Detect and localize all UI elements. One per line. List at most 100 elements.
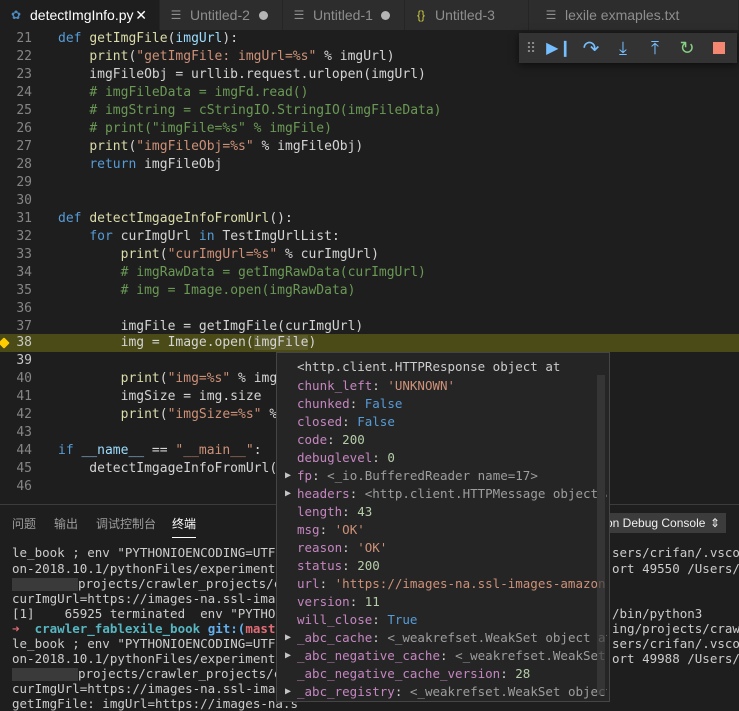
line-number: 45: [16, 461, 32, 476]
expand-chevron-icon[interactable]: ▶: [285, 647, 291, 665]
unsaved-dot-icon[interactable]: [381, 11, 390, 20]
line-number: 41: [16, 389, 32, 404]
hover-variable-row[interactable]: length: 43: [277, 503, 607, 521]
tab-lexile-examples[interactable]: ☰ lexile exmaples.txt: [529, 0, 739, 30]
terminal-line: on-2018.10.1/pythonFiles/experimental/: [12, 561, 298, 576]
tab-output[interactable]: 输出: [54, 515, 78, 532]
file-lines-icon: ☰: [293, 8, 305, 22]
hover-variable-row[interactable]: status: 200: [277, 557, 607, 575]
step-out-button[interactable]: ⤒: [639, 33, 671, 63]
line-number: 26: [16, 121, 32, 136]
code-line: 33 print("curImgUrl=%s" % curImgUrl): [0, 246, 739, 264]
terminal-line: sers/crifan/.vscode: [612, 545, 739, 560]
tab-label: lexile exmaples.txt: [565, 7, 680, 23]
tab-untitled-3[interactable]: {} Untitled-3: [405, 0, 529, 30]
console-select[interactable]: on Debug Console ⇕: [596, 513, 726, 533]
hover-variable-row[interactable]: closed: False: [277, 413, 607, 431]
hover-variable-row[interactable]: url: 'https://images-na.ssl-images-amazo…: [277, 575, 607, 593]
hover-variable-row[interactable]: chunk_left: 'UNKNOWN': [277, 377, 607, 395]
tab-label: Untitled-1: [313, 7, 373, 23]
line-number: 36: [16, 301, 32, 316]
variable-value: <_io.BufferedReader name=17>: [327, 468, 538, 483]
hover-variable-row[interactable]: ▶ headers: <http.client.HTTPMessage objec…: [277, 485, 607, 503]
variable-name: code: 200: [297, 432, 365, 447]
terminal-line: [1] 65925 terminated env "PYTHONIO: [12, 606, 298, 621]
variable-value: False: [357, 414, 395, 429]
variable-value: 200: [342, 432, 365, 447]
hover-variable-row[interactable]: debuglevel: 0: [277, 449, 607, 467]
variable-name: length: 43: [297, 504, 373, 519]
tab-untitled-2[interactable]: ☰ Untitled-2: [160, 0, 283, 30]
terminal-line: ing/projects/crawle: [612, 621, 739, 636]
code-line: 24 # imgFileData = imgFd.read(): [0, 84, 739, 102]
variable-value: 'OK': [357, 540, 388, 555]
hover-variable-row[interactable]: version: 11: [277, 593, 607, 611]
hover-variable-row[interactable]: msg: 'OK': [277, 521, 607, 539]
hover-scrollbar[interactable]: [597, 375, 605, 695]
tab-untitled-1[interactable]: ☰ Untitled-1: [283, 0, 405, 30]
line-number: 28: [16, 157, 32, 172]
variable-value: <http.client.HTTPMessage object at 0x1: [364, 486, 607, 501]
terminal-prompt: ➜ crawler_fablexile_book git:(master): [12, 621, 298, 636]
line-number: 23: [16, 67, 32, 82]
debug-hover-widget[interactable]: <http.client.HTTPResponse object at chun…: [276, 352, 610, 702]
python-icon: ✿: [10, 8, 22, 22]
hover-variable-row[interactable]: will_close: True: [277, 611, 607, 629]
hover-variable-row[interactable]: chunked: False: [277, 395, 607, 413]
terminal-line: ort 49988 /Users/cr: [612, 651, 739, 666]
hover-variable-row[interactable]: reason: 'OK': [277, 539, 607, 557]
tab-label: Untitled-3: [435, 7, 495, 23]
tab-detectimginfo-py[interactable]: ✿ detectImgInfo.py ✕: [0, 0, 160, 30]
stop-icon: [713, 42, 725, 54]
variable-value: 43: [357, 504, 373, 519]
hover-variable-row[interactable]: ▶ fp: <_io.BufferedReader name=17>: [277, 467, 607, 485]
redacted-block: [12, 668, 78, 681]
expand-chevron-icon[interactable]: ▶: [285, 467, 291, 485]
variable-value: True: [387, 612, 418, 627]
line-number: 32: [16, 229, 32, 244]
restart-button[interactable]: ↻: [671, 33, 703, 63]
close-icon[interactable]: ✕: [135, 7, 147, 24]
redacted-block: [12, 578, 78, 591]
tab-debug-console[interactable]: 调试控制台: [96, 515, 156, 532]
variable-name: version: 11: [297, 594, 380, 609]
current-debug-line: 38 img = Image.open(imgFile): [0, 334, 739, 352]
variable-name: _abc_negative_cache_version: 28: [297, 666, 531, 681]
variable-value: 0: [387, 450, 395, 465]
code-line: 30: [0, 192, 739, 210]
tab-label: detectImgInfo.py: [30, 7, 134, 23]
code-line: 36: [0, 300, 739, 318]
line-number: 33: [16, 247, 32, 262]
variable-name: closed: False: [297, 414, 395, 429]
variable-name: chunked: False: [297, 396, 403, 411]
hover-variable-row[interactable]: ▶ _abc_cache: <_weakrefset.WeakSet object…: [277, 629, 607, 647]
unsaved-dot-icon[interactable]: [259, 11, 268, 20]
variable-name: debuglevel: 0: [297, 450, 395, 465]
variable-value: 'https://images-na.ssl-images-amazon.com…: [334, 576, 607, 591]
variable-value: 'OK': [334, 522, 365, 537]
continue-button[interactable]: ▶❙: [543, 33, 575, 63]
step-over-button[interactable]: ↷: [575, 33, 607, 63]
hover-variable-row[interactable]: code: 200: [277, 431, 607, 449]
tab-terminal[interactable]: 终端: [172, 515, 197, 538]
stop-button[interactable]: [703, 33, 735, 63]
line-number: 31: [16, 211, 32, 226]
terminal-line: projects/crawler_projects/cr: [12, 576, 289, 591]
code-line: 23 imgFileObj = urllib.request.urlopen(i…: [0, 66, 739, 84]
expand-chevron-icon[interactable]: ▶: [285, 683, 291, 701]
variable-name: _abc_cache: <_weakrefset.WeakSet object …: [297, 629, 607, 647]
tab-problems[interactable]: 问题: [12, 515, 36, 532]
continue-icon: ▶❙: [546, 40, 572, 57]
hover-variable-row[interactable]: ▶ _abc_registry: <_weakrefset.WeakSet obj…: [277, 683, 607, 701]
variable-name: chunk_left: 'UNKNOWN': [297, 378, 456, 393]
file-lines-icon: ☰: [170, 8, 182, 22]
line-number: 21: [16, 31, 32, 46]
step-over-icon: ↷: [582, 37, 600, 60]
expand-chevron-icon[interactable]: ▶: [285, 485, 291, 503]
hover-variable-row[interactable]: ▶ _abc_negative_cache: <_weakrefset.WeakS…: [277, 647, 607, 665]
step-into-button[interactable]: ⤓: [607, 33, 639, 63]
line-number: 46: [16, 479, 32, 494]
hover-variable-row[interactable]: _abc_negative_cache_version: 28: [277, 665, 607, 683]
drag-grip-icon[interactable]: ⠿: [519, 40, 543, 57]
expand-chevron-icon[interactable]: ▶: [285, 629, 291, 647]
